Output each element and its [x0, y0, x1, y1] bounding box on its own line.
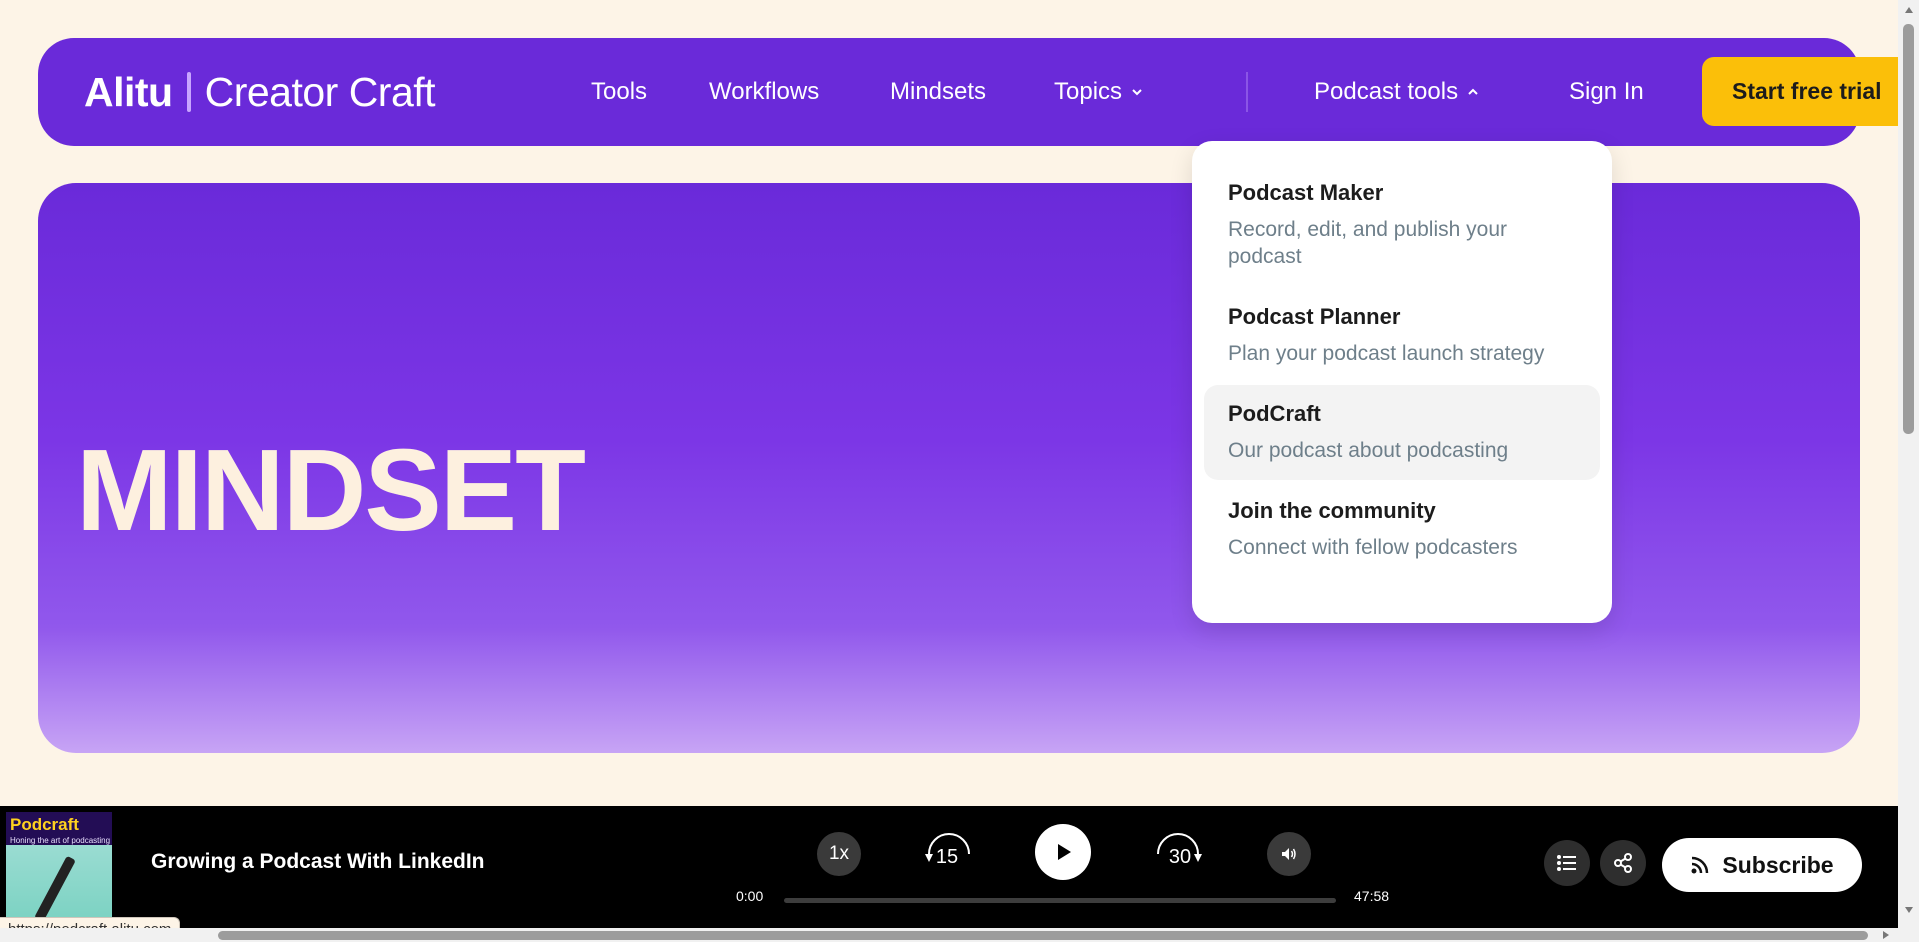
skip-forward-button[interactable]: 30 — [1150, 832, 1210, 880]
list-icon — [1557, 855, 1576, 871]
dropdown-item-podcraft[interactable]: PodCraft Our podcast about podcasting — [1204, 385, 1600, 480]
logo[interactable]: Alitu Creator Craft — [84, 38, 436, 146]
play-icon — [1058, 844, 1071, 860]
subscribe-button[interactable]: Subscribe — [1662, 838, 1862, 892]
skip-back-button[interactable]: 15 — [917, 832, 977, 880]
dropdown-item-title: Podcast Maker — [1228, 180, 1384, 205]
podcast-player: Podcraft Honing the art of podcasting Gr… — [0, 806, 1898, 942]
rss-icon — [1691, 856, 1709, 874]
dropdown-item-title: Join the community — [1228, 498, 1436, 523]
episode-cover-art[interactable]: Podcraft Honing the art of podcasting — [6, 812, 112, 922]
dropdown-item-desc: Plan your podcast launch strategy — [1228, 342, 1545, 365]
nav-link-mindsets[interactable]: Mindsets — [890, 38, 986, 146]
cover-subtitle: Honing the art of podcasting — [10, 836, 111, 845]
top-navigation: Alitu Creator Craft Tools Workflows Mind… — [38, 38, 1902, 146]
play-button[interactable] — [1035, 824, 1091, 880]
brand-name: Alitu — [84, 68, 173, 115]
volume-button[interactable] — [1267, 832, 1311, 876]
podcast-tools-dropdown: Podcast Maker Record, edit, and publish … — [1192, 141, 1612, 623]
vertical-scrollbar[interactable] — [1898, 0, 1919, 942]
product-name: Creator Craft — [204, 68, 436, 115]
sign-in-link[interactable]: Sign In — [1569, 38, 1644, 146]
nav-link-workflows[interactable]: Workflows — [709, 38, 819, 146]
start-free-trial-button[interactable]: Start free trial — [1702, 57, 1902, 126]
logo-divider — [186, 72, 191, 112]
dropdown-item-join-community[interactable]: Join the community Connect with fellow p… — [1204, 482, 1600, 577]
current-time: 0:00 — [736, 888, 764, 904]
playback-speed-button[interactable]: 1x — [817, 832, 861, 876]
hero-title: MINDSET — [76, 425, 586, 555]
skip-forward-seconds: 30 — [1168, 846, 1192, 868]
episode-list-button[interactable] — [1544, 840, 1590, 886]
skip-back-seconds: 15 — [935, 846, 959, 868]
vertical-scroll-thumb[interactable] — [1903, 24, 1914, 434]
dropdown-item-title: Podcast Planner — [1228, 304, 1401, 329]
dropdown-item-podcast-maker[interactable]: Podcast Maker Record, edit, and publish … — [1204, 164, 1600, 286]
scroll-right-arrow-icon[interactable] — [1880, 929, 1892, 941]
nav-link-podcast-tools[interactable]: Podcast tools — [1314, 38, 1480, 146]
scroll-up-arrow-icon[interactable] — [1903, 4, 1915, 16]
dropdown-item-desc: Connect with fellow podcasters — [1228, 536, 1518, 559]
nav-link-tools[interactable]: Tools — [591, 38, 647, 146]
dropdown-item-desc: Record, edit, and publish your podcast — [1228, 218, 1507, 268]
nav-link-topics[interactable]: Topics — [1054, 38, 1144, 146]
microphone-icon — [34, 855, 76, 922]
episode-title: Growing a Podcast With LinkedIn — [151, 850, 485, 873]
share-icon — [1614, 853, 1632, 873]
chevron-up-icon — [1468, 88, 1478, 95]
dropdown-item-title: PodCraft — [1228, 401, 1321, 426]
subscribe-label: Subscribe — [1722, 851, 1834, 878]
horizontal-scrollbar[interactable] — [0, 928, 1898, 942]
chevron-down-icon — [1132, 89, 1142, 96]
share-button[interactable] — [1600, 840, 1646, 886]
horizontal-scroll-thumb[interactable] — [218, 931, 1868, 940]
scroll-down-arrow-icon[interactable] — [1903, 904, 1915, 916]
dropdown-item-desc: Our podcast about podcasting — [1228, 439, 1509, 462]
dropdown-item-podcast-planner[interactable]: Podcast Planner Plan your podcast launch… — [1204, 288, 1600, 383]
volume-icon — [1282, 848, 1296, 860]
total-time: 47:58 — [1354, 888, 1390, 904]
nav-separator — [1246, 72, 1248, 112]
progress-bar[interactable] — [784, 898, 1336, 903]
cover-title: Podcraft — [10, 815, 79, 834]
